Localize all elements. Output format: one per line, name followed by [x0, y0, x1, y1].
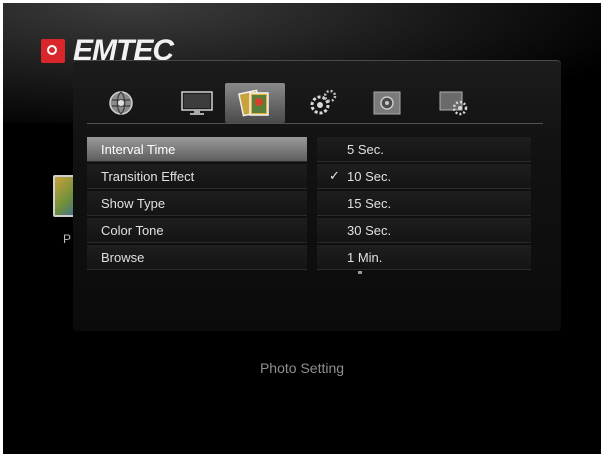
menu-item-label: Interval Time	[101, 141, 176, 157]
settings-panel: Interval Time Transition Effect Show Typ…	[73, 60, 561, 331]
system-gears-icon	[310, 89, 337, 115]
option-label: 30 Sec.	[347, 222, 392, 238]
menu-item-interval-time[interactable]: Interval Time	[87, 137, 307, 162]
checkmark-icon: ✓	[329, 168, 340, 183]
option-list: 5 Sec. ✓ 10 Sec. 15 Sec. 30 Sec. 1 Min.	[317, 137, 531, 272]
tab-photo[interactable]	[225, 83, 285, 123]
option-label: 15 Sec.	[347, 195, 392, 211]
monitor-icon	[181, 91, 213, 115]
tab-globe-settings[interactable]	[91, 83, 151, 123]
menu-item-transition-effect[interactable]: Transition Effect	[87, 164, 307, 189]
menu-item-label: Color Tone	[101, 222, 164, 238]
menu-item-label: Show Type	[101, 195, 166, 211]
option-15-sec[interactable]: 15 Sec.	[317, 191, 531, 216]
option-1-min[interactable]: 1 Min.	[317, 245, 531, 270]
page-caption: Photo Setting	[259, 360, 345, 376]
brand-badge-icon	[41, 39, 65, 63]
option-5-sec[interactable]: 5 Sec.	[317, 137, 531, 162]
setting-menu-list: Interval Time Transition Effect Show Typ…	[87, 137, 307, 272]
menu-item-color-tone[interactable]: Color Tone	[87, 218, 307, 243]
option-label: 10 Sec.	[347, 168, 392, 184]
background-menu-label: P	[63, 232, 72, 246]
option-30-sec[interactable]: 30 Sec.	[317, 218, 531, 243]
scroll-indicator	[358, 271, 362, 274]
globe-settings-icon	[109, 91, 133, 115]
tab-system[interactable]	[293, 83, 353, 123]
menu-item-label: Transition Effect	[101, 168, 195, 184]
tab-display[interactable]	[167, 83, 227, 123]
settings-tabbar	[87, 83, 543, 124]
option-label: 1 Min.	[347, 249, 383, 265]
video-settings-icon	[439, 91, 468, 116]
photo-icon	[238, 89, 269, 117]
menu-item-show-type[interactable]: Show Type	[87, 191, 307, 216]
option-10-sec[interactable]: ✓ 10 Sec.	[317, 164, 531, 189]
tv-screen: EMTEC P Interval Time Transition Effect …	[3, 3, 601, 454]
menu-item-label: Browse	[101, 249, 145, 265]
audio-settings-icon	[373, 91, 401, 115]
option-label: 5 Sec.	[347, 141, 384, 157]
tab-audio[interactable]	[357, 83, 417, 123]
menu-item-browse[interactable]: Browse	[87, 245, 307, 270]
tab-video[interactable]	[423, 83, 483, 123]
